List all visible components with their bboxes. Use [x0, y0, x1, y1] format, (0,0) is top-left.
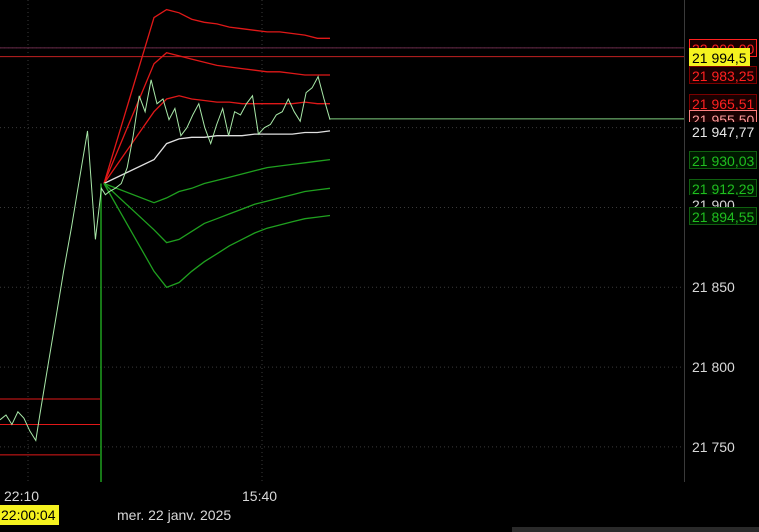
band-upper-3: [103, 8, 330, 184]
time-axis[interactable]: 22:10 15:40: [0, 482, 759, 532]
band-vwap: [103, 130, 331, 185]
x-tick-label: 22:10: [4, 488, 40, 504]
chart-plot-area[interactable]: [0, 0, 684, 482]
band-lower-3: [103, 183, 331, 289]
date-label: mer. 22 janv. 2025: [117, 507, 232, 523]
price-tag: 21 994,5: [689, 47, 750, 66]
y-tick-label: 21 750: [692, 438, 735, 455]
y-tick-label: 21 850: [692, 279, 735, 296]
band-lower-1: [103, 158, 331, 204]
price-axis[interactable]: 21 85021 80021 75022 000,0021 994,521 98…: [684, 0, 759, 482]
price-tag: 21 894,55: [689, 207, 758, 226]
band-upper-1: [103, 95, 330, 184]
cursor-time-badge: 22:00:04: [0, 505, 59, 525]
price-tag: 21 983,25: [689, 65, 758, 84]
price-tag: 21 947,77: [689, 122, 758, 141]
bottom-scrollbar[interactable]: [512, 527, 759, 532]
price-line: [0, 75, 331, 442]
y-tick-label: 21 800: [692, 359, 735, 376]
x-tick-label: 15:40: [242, 488, 278, 504]
chart-svg: [0, 0, 684, 482]
price-tag: 21 930,03: [689, 150, 758, 169]
band-lower-2: [103, 183, 331, 244]
price-tag: 21 912,29: [689, 178, 758, 197]
